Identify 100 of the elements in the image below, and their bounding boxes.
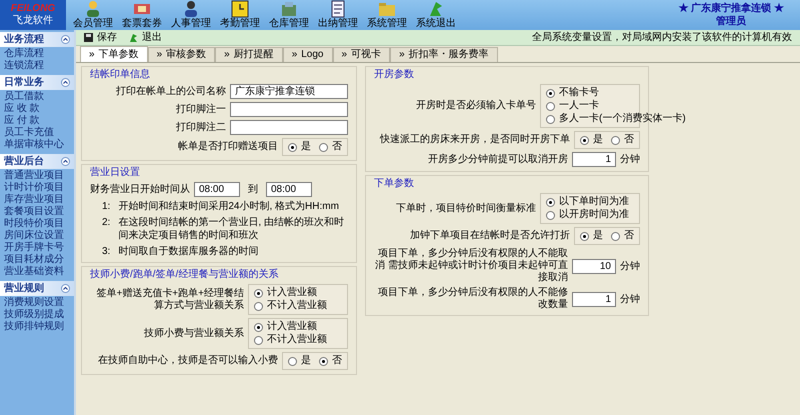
sidebar-item[interactable]: 消费规则设置 — [4, 297, 70, 309]
field-label: 开房时是否必须输入卡单号 — [415, 100, 536, 112]
radio-label[interactable]: 否 — [624, 230, 634, 242]
radio-button[interactable] — [254, 336, 263, 344]
text-field[interactable] — [230, 102, 348, 117]
nav-button[interactable]: 出纳管理 — [315, 0, 361, 29]
radio-button[interactable] — [546, 210, 555, 220]
radio-button[interactable] — [254, 288, 263, 298]
sidebar-item[interactable]: 库存营业项目 — [4, 194, 70, 206]
sidebar-item[interactable]: 员工借款 — [4, 91, 70, 103]
number-field[interactable]: 10 — [572, 258, 616, 274]
radio-button[interactable] — [254, 322, 263, 332]
radio-button[interactable] — [288, 356, 297, 366]
collapse-icon — [61, 157, 70, 166]
radio-label[interactable]: 否 — [332, 355, 342, 367]
sidebar-header[interactable]: 营业后台 — [0, 154, 74, 169]
radio-label[interactable]: 否 — [624, 134, 634, 146]
sidebar-item[interactable]: 连锁流程 — [4, 60, 70, 72]
sidebar-header[interactable]: 业务流程 — [0, 32, 74, 47]
text-field[interactable] — [230, 120, 348, 135]
radio-button[interactable] — [319, 356, 328, 366]
sidebar-item[interactable]: 时段特价项目 — [4, 218, 70, 230]
sidebar-item[interactable]: 技师排钟规则 — [4, 321, 70, 333]
company-name: ★ 广东康宁推拿连锁 ★ — [678, 2, 784, 15]
radio-label[interactable]: 以开房时间为准 — [559, 209, 629, 221]
nav-button[interactable]: 会员管理 — [70, 0, 116, 29]
sidebar-header[interactable]: 日常业务 — [0, 75, 74, 90]
radio-button[interactable] — [546, 114, 555, 124]
radio-button[interactable] — [611, 232, 620, 240]
text-field[interactable]: 广东康宁推拿连锁 — [230, 84, 348, 99]
radio-button[interactable] — [546, 102, 555, 110]
radio-button[interactable] — [546, 88, 555, 98]
unit-label: 分钟 — [620, 260, 640, 274]
note-text: 时间取自于数据库服务器的时间 — [118, 245, 260, 258]
nav-button[interactable]: 套票套券 — [119, 0, 165, 29]
field-label: 帐单是否打印赠送项目 — [177, 141, 278, 153]
radio-button[interactable] — [580, 136, 589, 144]
sidebar-header[interactable]: 营业规则 — [0, 281, 74, 296]
radio-label[interactable]: 一人一卡 — [559, 100, 599, 112]
field-label: 开房多少分钟前提可以取消开房 — [427, 154, 568, 166]
field-label: 加钟下单项目在结帐时是否允许打折 — [409, 230, 570, 242]
tab[interactable]: » 审核参数 — [148, 47, 216, 62]
sidebar-item[interactable]: 技师级别提成 — [4, 309, 70, 321]
radio-label[interactable]: 不计入营业额 — [267, 300, 327, 312]
nav-button[interactable]: 人事管理 — [168, 0, 214, 29]
sidebar-item[interactable]: 应 付 款 — [4, 115, 70, 127]
time-field[interactable]: 08:00 — [194, 182, 240, 197]
sidebar-item[interactable]: 房间床位设置 — [4, 230, 70, 242]
radio-button[interactable] — [580, 232, 589, 240]
group-title: 营业日设置 — [90, 167, 141, 179]
nav-button[interactable]: 系统管理 — [364, 0, 410, 29]
radio-label[interactable]: 不输卡号 — [559, 87, 599, 99]
radio-button[interactable] — [611, 136, 620, 144]
field-label: 打印脚注二 — [175, 122, 226, 134]
note-text: 开始时间和结束时间采用24小时制, 格式为HH:mm — [118, 200, 340, 213]
number-field[interactable]: 1 — [572, 292, 616, 306]
tab[interactable]: » 可视卡 — [332, 47, 390, 62]
radio-label[interactable]: 不计入营业额 — [267, 334, 327, 346]
sidebar-item[interactable]: 应 收 款 — [4, 103, 70, 115]
sidebar-item[interactable]: 普通营业项目 — [4, 170, 70, 182]
unit-label: 分钟 — [620, 152, 640, 167]
group-title: 开房参数 — [374, 69, 415, 81]
time-field[interactable]: 08:00 — [266, 182, 312, 197]
radio-label[interactable]: 是 — [593, 134, 603, 146]
exit-button[interactable]: 退出 — [129, 32, 162, 42]
radio-button[interactable] — [546, 198, 555, 206]
radio-label[interactable]: 以下单时间为准 — [559, 196, 629, 208]
radio-button[interactable] — [319, 142, 328, 152]
number-field[interactable]: 1 — [572, 152, 616, 167]
sidebar-item[interactable]: 计时计价项目 — [4, 182, 70, 194]
nav-button[interactable]: 仓库管理 — [266, 0, 312, 29]
save-button[interactable]: 保存 — [84, 32, 117, 42]
radio-label[interactable]: 是 — [301, 355, 311, 367]
sidebar-item[interactable]: 开房手牌卡号 — [4, 242, 70, 254]
tab[interactable]: » 折扣率・服务费率 — [390, 47, 498, 62]
clock-icon — [230, 0, 250, 18]
note-number: 1: — [102, 200, 110, 213]
sidebar-item[interactable]: 单据审核中心 — [4, 139, 70, 151]
nav-button[interactable]: 系统退出 — [413, 0, 459, 29]
radio-label[interactable]: 是 — [301, 141, 311, 153]
radio-button[interactable] — [254, 302, 263, 310]
sidebar-item[interactable]: 套餐项目设置 — [4, 206, 70, 218]
tab[interactable]: » 厨打提醒 — [215, 47, 283, 62]
radio-label[interactable]: 否 — [332, 141, 342, 153]
tab[interactable]: » Logo — [282, 47, 332, 62]
radio-label[interactable]: 多人一卡(一个消费实体一卡) — [559, 113, 686, 125]
sidebar-item[interactable]: 营业基础资料 — [4, 266, 70, 278]
tab[interactable]: » 下单参数 — [80, 46, 148, 62]
sidebar-item[interactable]: 项目耗材成分 — [4, 254, 70, 266]
nav-button[interactable]: 考勤管理 — [217, 0, 263, 29]
radio-button[interactable] — [288, 142, 297, 152]
field-label: 下单时，项目特价时间衡量标准 — [395, 202, 536, 214]
sidebar-item[interactable]: 仓库流程 — [4, 48, 70, 60]
radio-label[interactable]: 是 — [593, 230, 603, 242]
field-label: 快速派工的房床来开房，是否同时开房下单 — [378, 134, 570, 146]
collapse-icon — [61, 284, 70, 293]
box-icon — [279, 0, 299, 18]
radio-label[interactable]: 计入营业额 — [267, 287, 317, 299]
sidebar-item[interactable]: 员工卡充值 — [4, 127, 70, 139]
radio-label[interactable]: 计入营业额 — [267, 321, 317, 333]
